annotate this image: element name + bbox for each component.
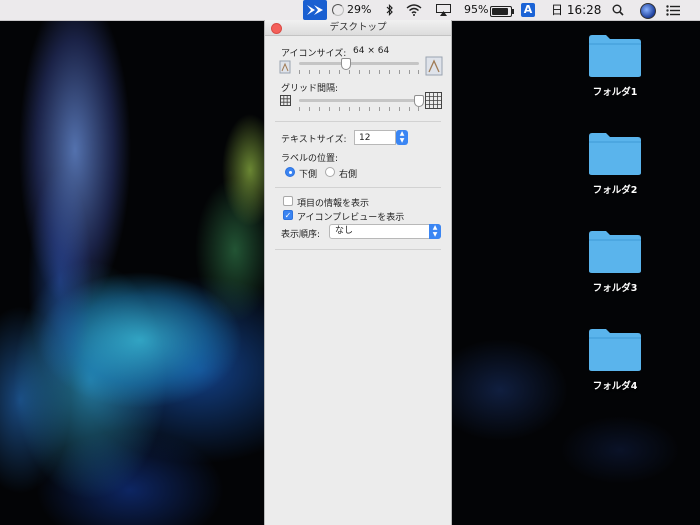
app-icon[interactable]: [303, 0, 327, 20]
wifi-icon[interactable]: [406, 0, 422, 20]
desktop-folder[interactable]: フォルダ1: [580, 32, 650, 98]
grid-spacing-label: グリッド間隔:: [281, 84, 339, 94]
text-size-label: テキストサイズ:: [281, 135, 347, 145]
desktop-folder[interactable]: フォルダ4: [580, 326, 650, 392]
text-size-field[interactable]: 12: [354, 130, 396, 145]
label-position-label: ラベルの位置:: [281, 154, 339, 164]
show-icon-preview-checkbox[interactable]: ✓: [283, 210, 293, 220]
small-icon-preview-icon: [279, 60, 291, 77]
folder-icon: [589, 329, 641, 371]
input-source-icon[interactable]: A: [521, 3, 535, 17]
progress-percent: 29%: [347, 3, 372, 16]
icon-size-slider-track[interactable]: [299, 62, 419, 65]
folder-label: フォルダ3: [592, 283, 638, 294]
battery-percent: 95%: [464, 3, 489, 16]
label-right-radio[interactable]: [325, 167, 335, 177]
folder-label: フォルダ2: [592, 185, 638, 196]
clock[interactable]: 日 16:28: [551, 0, 601, 20]
icon-size-slider-knob[interactable]: [340, 58, 351, 70]
bluetooth-icon[interactable]: [386, 0, 394, 20]
folder-icon: [589, 133, 641, 175]
chevron-updown-icon: ▲ ▼: [429, 224, 441, 239]
desktop-folder[interactable]: フォルダ2: [580, 130, 650, 196]
desktop-folder[interactable]: フォルダ3: [580, 228, 650, 294]
folder-icon: [589, 35, 641, 77]
label-bottom-radio[interactable]: [285, 167, 295, 177]
grid-small-icon: [280, 95, 291, 109]
desktop-view-options-panel: デスクトップ アイコンサイズ: 64 × 64 グリッド間隔: テキストサイズ:…: [264, 20, 452, 525]
text-size-stepper-icon[interactable]: ▲ ▼: [396, 130, 408, 145]
show-icon-preview-label: アイコンプレビューを表示: [297, 213, 405, 223]
folder-label: フォルダ1: [592, 87, 638, 98]
icon-size-value: 64 × 64: [353, 46, 390, 56]
avatar-icon[interactable]: [640, 3, 656, 19]
folder-label: フォルダ4: [592, 381, 638, 392]
icon-size-label: アイコンサイズ:: [281, 49, 347, 59]
label-right-text: 右側: [339, 170, 358, 180]
icon-size-slider-ticks: [299, 70, 419, 74]
label-bottom-text: 下側: [299, 170, 318, 180]
airplay-icon[interactable]: [436, 0, 451, 20]
battery-icon[interactable]: [490, 6, 514, 17]
grid-spacing-slider-track[interactable]: [299, 99, 419, 102]
close-button[interactable]: [271, 23, 282, 34]
grid-spacing-slider-knob[interactable]: [414, 95, 424, 107]
menu-bar: 29% 95% A 日 16:28: [0, 0, 700, 21]
grid-large-icon: [425, 92, 442, 112]
large-icon-preview-icon: [425, 56, 443, 79]
panel-titlebar: デスクトップ: [265, 20, 451, 36]
progress-ring-icon[interactable]: [332, 4, 344, 16]
show-item-info-label: 項目の情報を表示: [297, 199, 370, 209]
grid-spacing-slider-ticks: [299, 107, 419, 111]
sort-by-select[interactable]: なし ▲ ▼: [329, 224, 441, 239]
list-menu-icon[interactable]: [666, 0, 680, 20]
search-icon[interactable]: [612, 0, 624, 20]
panel-title: デスクトップ: [329, 22, 387, 33]
separator: [275, 187, 441, 188]
folder-icon: [589, 231, 641, 273]
separator: [275, 121, 441, 122]
separator: [275, 249, 441, 250]
sort-by-label: 表示順序:: [281, 230, 321, 240]
show-item-info-checkbox[interactable]: [283, 196, 293, 206]
sort-by-value: なし: [335, 226, 354, 236]
